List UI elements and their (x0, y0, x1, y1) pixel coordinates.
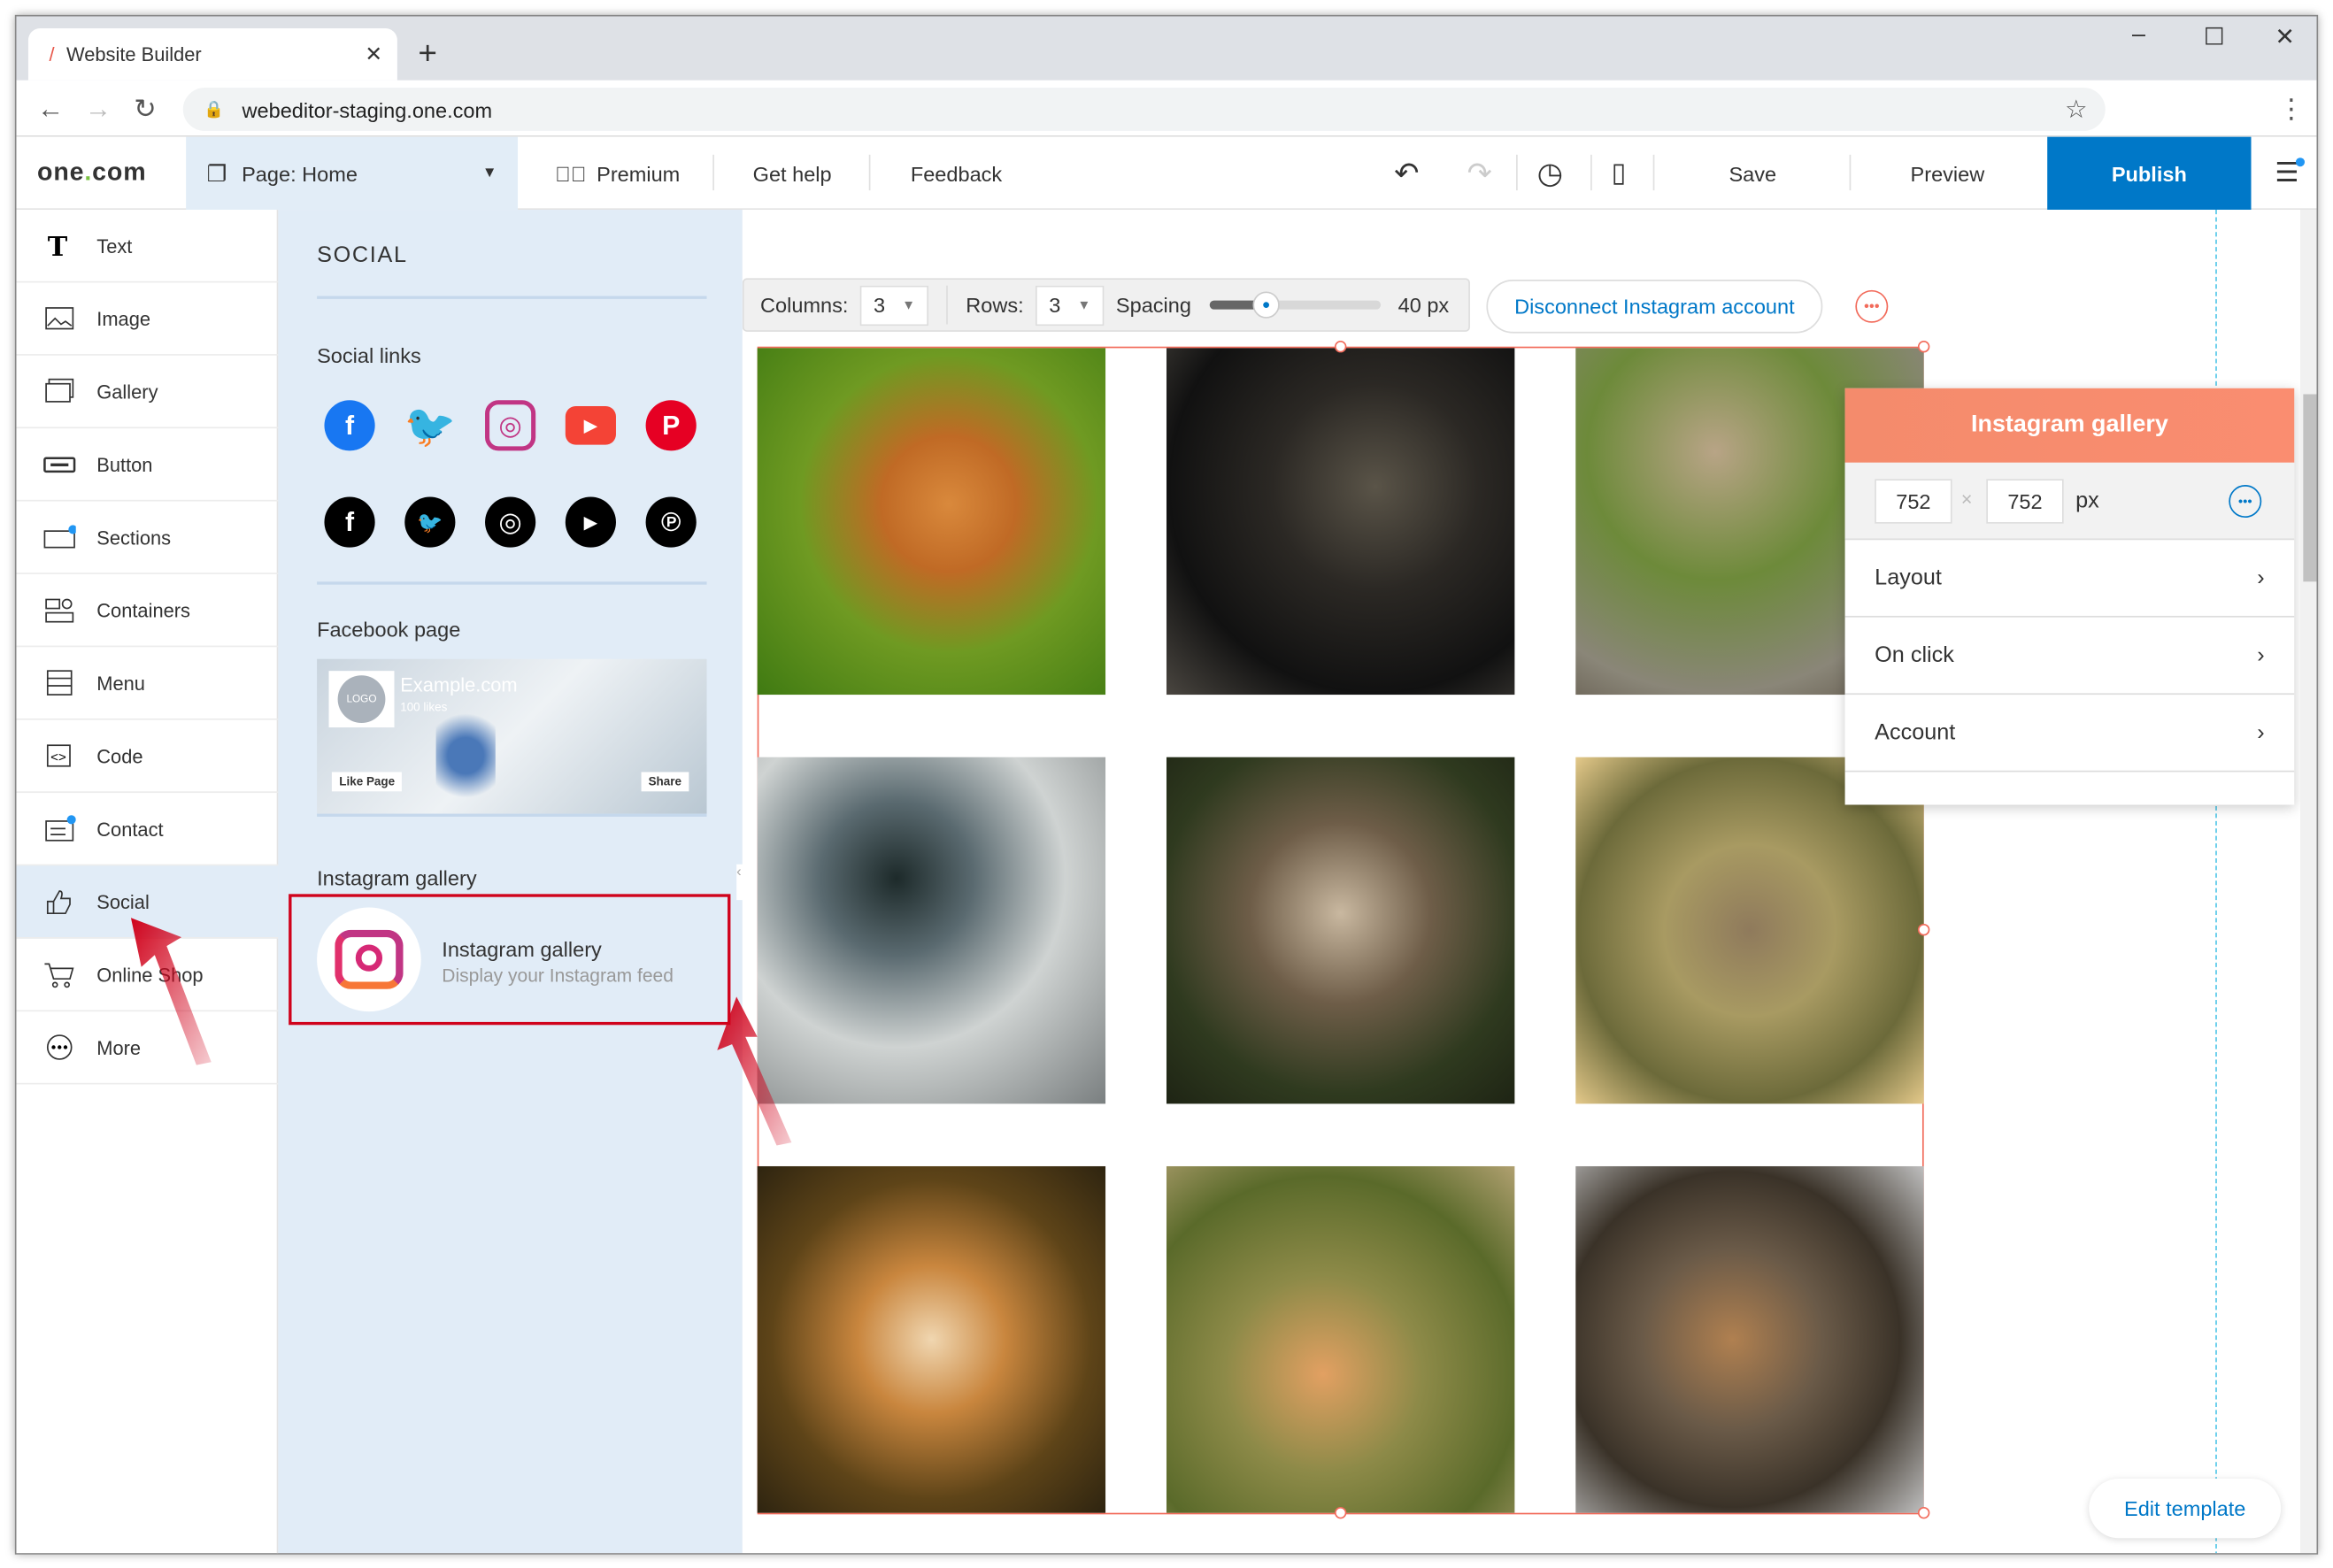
arrow-annotation (130, 918, 212, 1065)
annotation-arrows (130, 918, 792, 1146)
arrow-annotation (717, 996, 792, 1146)
